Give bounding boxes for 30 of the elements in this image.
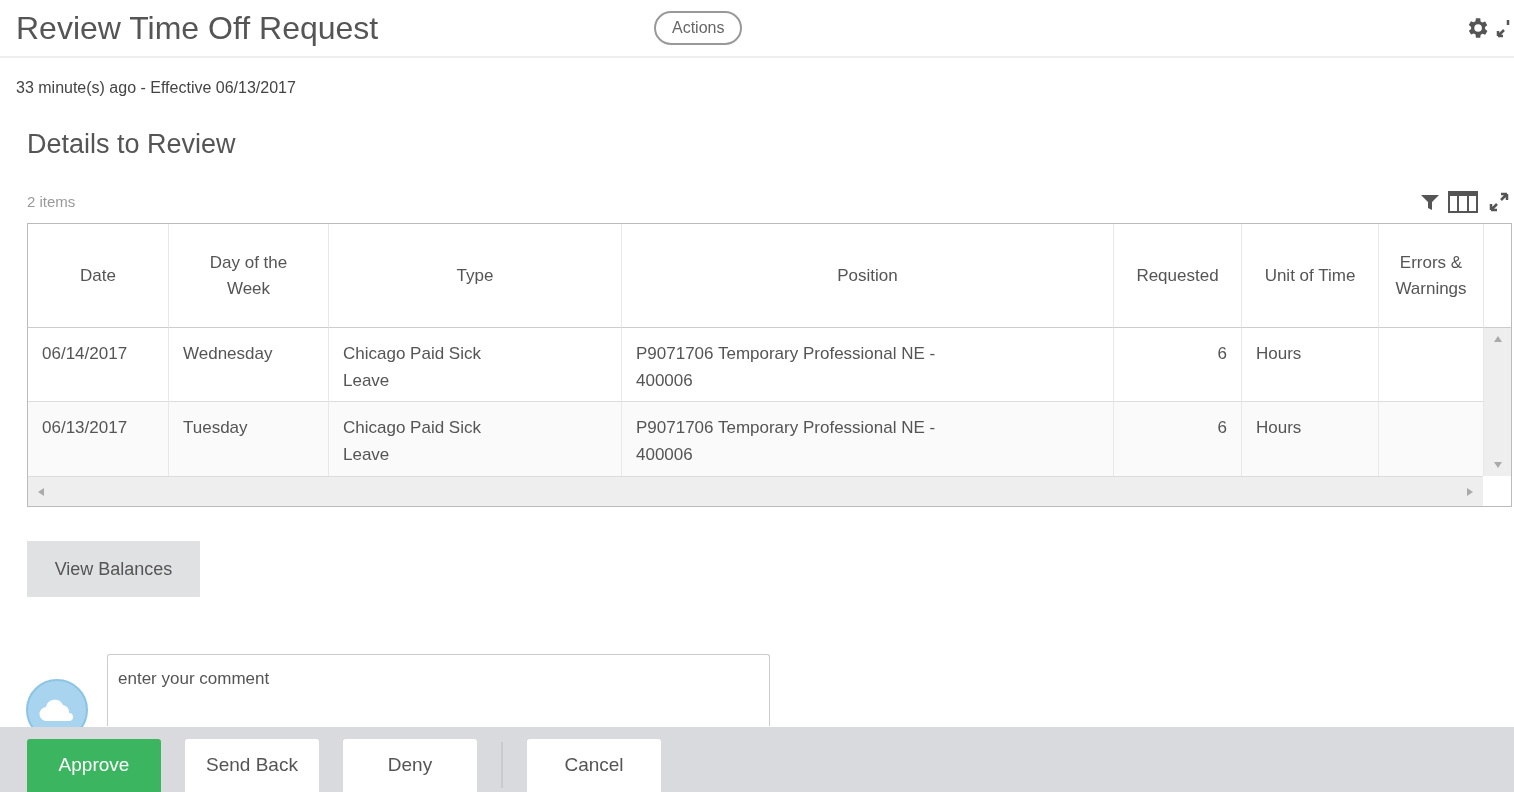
section-title: Details to Review	[27, 128, 237, 161]
horizontal-scrollbar[interactable]	[28, 476, 1483, 506]
table-cell: Hours	[1242, 328, 1379, 402]
table-cell: Tuesday	[169, 402, 329, 476]
table-cell: 6	[1114, 402, 1242, 476]
table-cell: Hours	[1242, 402, 1379, 476]
vertical-scrollbar[interactable]	[1484, 328, 1511, 476]
table-cell: Chicago Paid Sick Leave	[329, 402, 622, 476]
scroll-down-icon[interactable]	[1493, 462, 1502, 468]
action-button[interactable]: Cancel	[527, 739, 661, 792]
scroll-up-icon[interactable]	[1493, 336, 1502, 342]
view-balances-button[interactable]: View Balances	[27, 541, 200, 597]
table-cell: 6	[1114, 328, 1242, 402]
table-cell: P9071706 Temporary Professional NE - 400006	[622, 402, 1114, 476]
scroll-left-icon[interactable]	[38, 487, 44, 496]
table-cell: 06/14/2017	[28, 328, 169, 402]
page-title: Review Time Off Request	[16, 9, 380, 48]
item-count: 2 items	[27, 191, 76, 212]
table-cell: Wednesday	[169, 328, 329, 402]
comment-field[interactable]: enter your comment	[107, 654, 770, 726]
scroll-right-icon[interactable]	[1467, 487, 1473, 496]
action-button[interactable]: Deny	[343, 739, 477, 792]
subtitle-text: 33 minute(s) ago - Effective 06/13/2017	[16, 78, 297, 98]
columns-icon[interactable]	[1448, 190, 1478, 213]
cloud-icon	[39, 699, 75, 721]
action-button[interactable]: Send Back	[185, 739, 319, 792]
table-cell: 06/13/2017	[28, 402, 169, 476]
actions-button[interactable]: Actions	[654, 11, 743, 45]
table-cell: P9071706 Temporary Professional NE - 400006	[622, 328, 1114, 402]
table-cell: Chicago Paid Sick Leave	[329, 328, 622, 402]
